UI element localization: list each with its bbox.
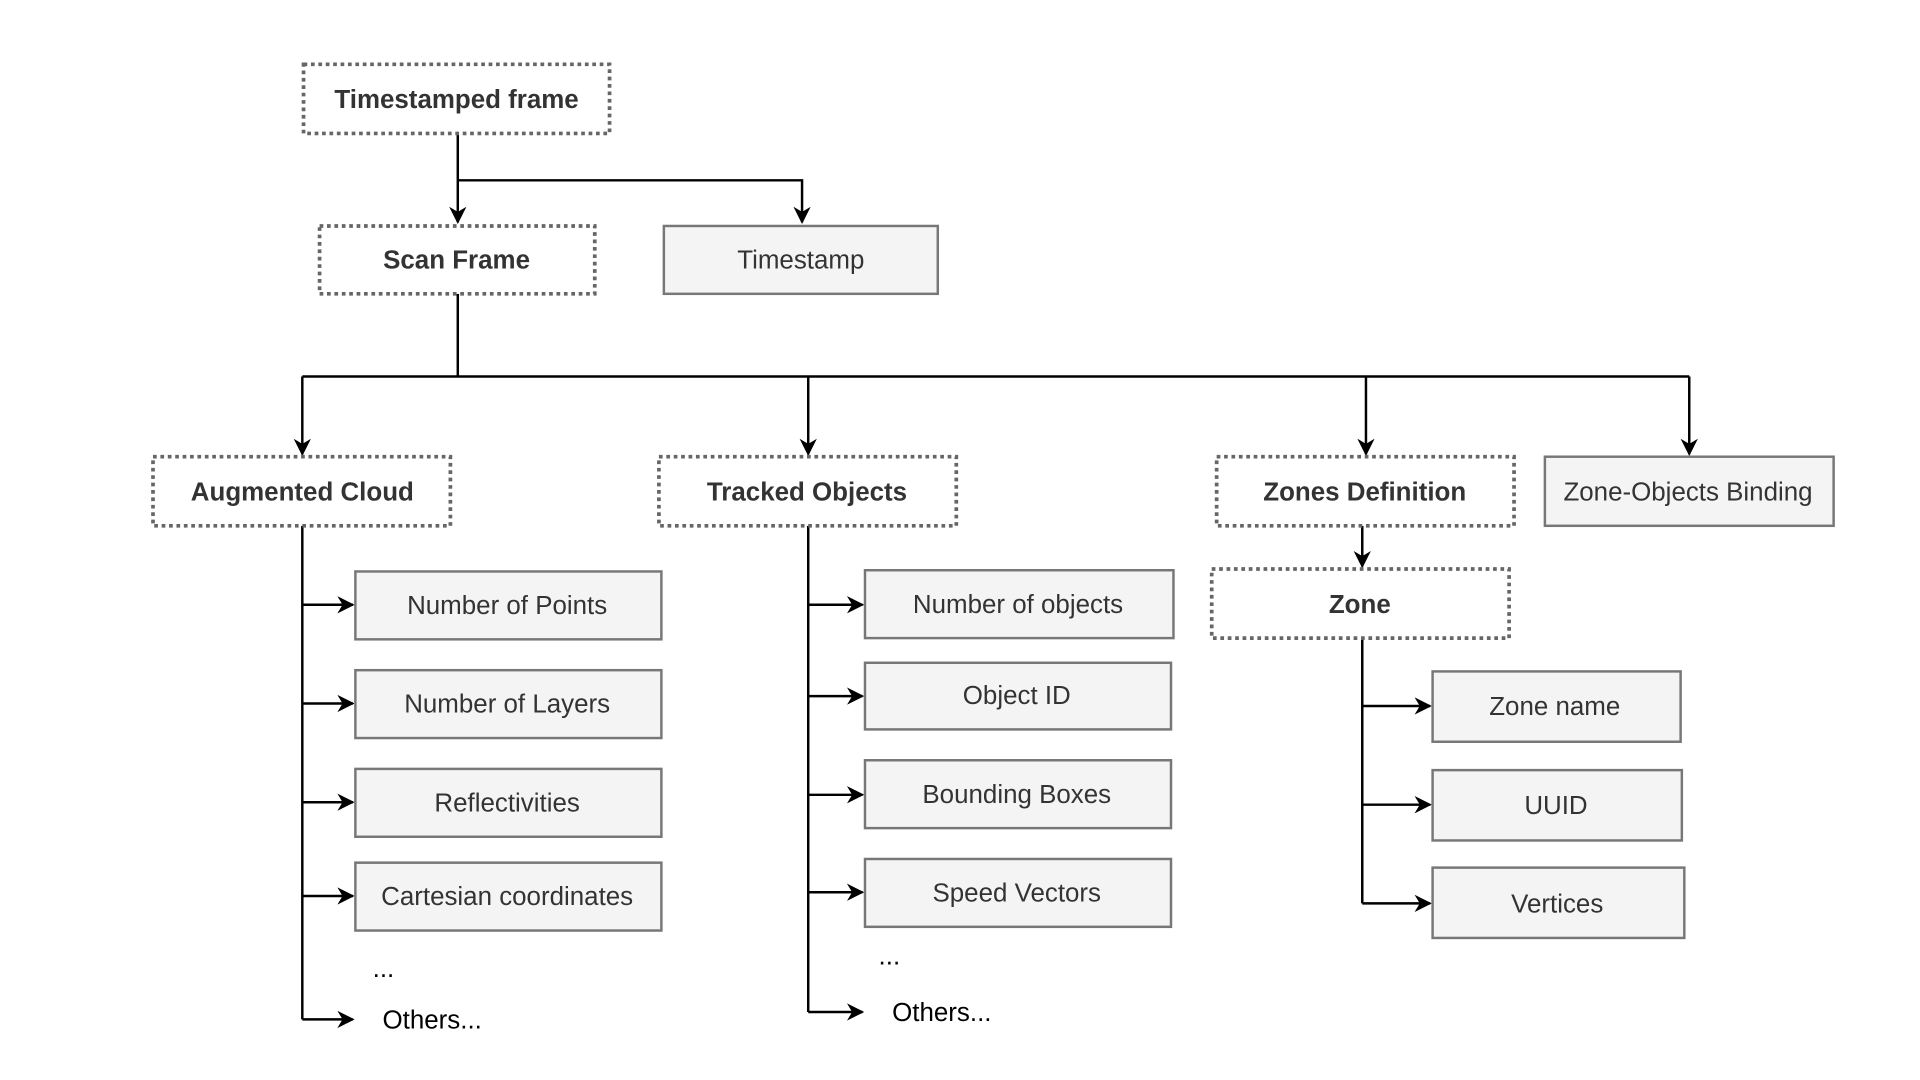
node-tracked-objects: Tracked Objects xyxy=(657,454,959,528)
node-augmented-cloud: Augmented Cloud xyxy=(151,454,453,528)
svg-text:Tracked Objects: Tracked Objects xyxy=(707,478,907,506)
node-vertices: Vertices xyxy=(1431,866,1686,940)
node-number-of-points: Number of Points xyxy=(354,570,663,641)
svg-text:Object ID: Object ID xyxy=(963,682,1071,710)
svg-text:Vertices: Vertices xyxy=(1511,891,1603,919)
node-object-id: Object ID xyxy=(863,661,1173,731)
svg-text:Timestamp: Timestamp xyxy=(737,247,864,275)
node-speed-vectors: Speed Vectors xyxy=(863,857,1173,929)
svg-text:Zones Definition: Zones Definition xyxy=(1263,478,1466,506)
node-number-of-objects: Number of objects xyxy=(863,568,1175,640)
node-timestamp: Timestamp xyxy=(662,224,940,296)
others-label: Others... xyxy=(383,1007,482,1035)
svg-text:Number of objects: Number of objects xyxy=(913,591,1123,619)
node-cartesian-coordinates: Cartesian coordinates xyxy=(354,861,663,932)
diagram: Timestamped frame Scan Frame Timestamp A… xyxy=(151,62,1835,1035)
svg-text:Scan Frame: Scan Frame xyxy=(383,247,530,275)
tracked-objects-items: Number of objects Object ID Bounding Box… xyxy=(863,568,1175,1027)
node-number-of-layers: Number of Layers xyxy=(354,668,663,740)
svg-text:Augmented Cloud: Augmented Cloud xyxy=(191,478,414,506)
node-timestamped-frame: Timestamped frame xyxy=(301,62,612,136)
node-bounding-boxes: Bounding Boxes xyxy=(863,759,1173,830)
augmented-cloud-items: Number of Points Number of Layers Reflec… xyxy=(354,570,663,1035)
svg-text:Zone: Zone xyxy=(1329,591,1391,619)
svg-text:Bounding Boxes: Bounding Boxes xyxy=(922,781,1111,809)
others-label: Others... xyxy=(892,999,991,1027)
svg-text:Timestamped frame: Timestamped frame xyxy=(334,86,578,114)
ellipsis: ... xyxy=(373,955,395,983)
node-zone-name: Zone name xyxy=(1431,670,1682,743)
node-reflectivities: Reflectivities xyxy=(354,767,663,838)
svg-text:UUID: UUID xyxy=(1524,792,1587,820)
svg-text:Zone-Objects Binding: Zone-Objects Binding xyxy=(1563,478,1812,506)
svg-text:Cartesian coordinates: Cartesian coordinates xyxy=(381,883,633,911)
svg-text:Zone name: Zone name xyxy=(1489,693,1620,721)
node-scan-frame: Scan Frame xyxy=(317,224,597,296)
svg-text:Number of Layers: Number of Layers xyxy=(404,691,610,719)
node-zones-definition: Zones Definition xyxy=(1214,454,1516,528)
ellipsis: ... xyxy=(879,942,901,970)
node-zone-objects-binding: Zone-Objects Binding xyxy=(1543,455,1835,528)
zone-items: Zone name UUID Vertices xyxy=(1431,670,1686,940)
svg-text:Number of Points: Number of Points xyxy=(407,592,607,620)
node-uuid: UUID xyxy=(1431,768,1684,842)
svg-text:Reflectivities: Reflectivities xyxy=(434,789,579,817)
node-zone: Zone xyxy=(1209,567,1511,640)
svg-text:Speed Vectors: Speed Vectors xyxy=(933,880,1102,908)
